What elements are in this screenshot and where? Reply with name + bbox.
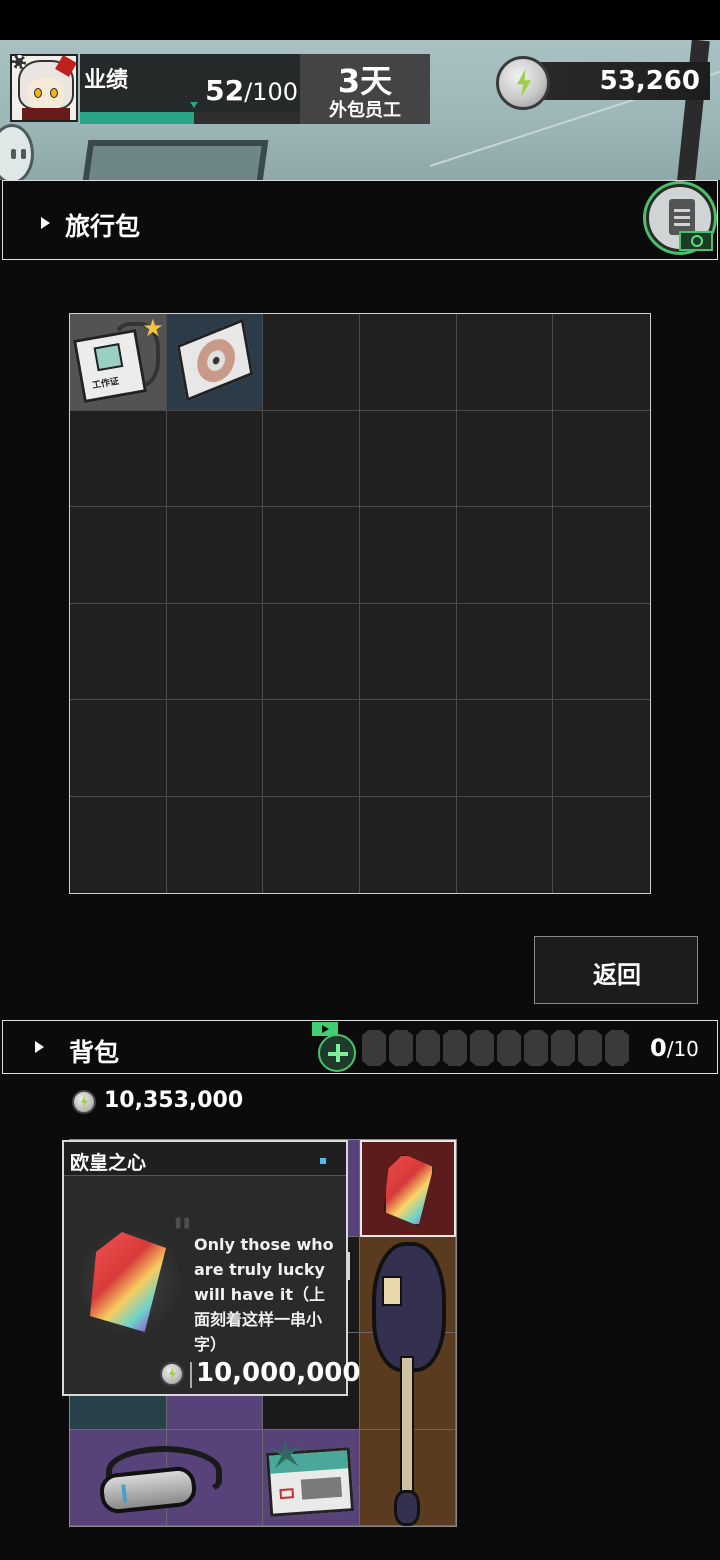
clipboard-search-button[interactable] <box>646 184 714 252</box>
star-icon: ★ <box>142 314 164 342</box>
slot-pip <box>497 1030 521 1066</box>
quote-icon: " <box>172 1211 193 1257</box>
tooltip-price: 10,000,000 <box>196 1358 361 1388</box>
inventory-slot[interactable] <box>263 507 360 604</box>
inventory-slot[interactable] <box>456 603 554 700</box>
settings-gear-icon[interactable] <box>12 55 26 69</box>
inventory-slot[interactable] <box>553 507 650 604</box>
lightning-coin-icon <box>72 1090 96 1114</box>
backpack-title: 背包 <box>69 1038 120 1067</box>
gem-icon <box>383 1154 434 1226</box>
inventory-slot[interactable] <box>553 797 650 894</box>
slot-pip <box>443 1030 467 1066</box>
lightning-coin-icon <box>160 1362 184 1386</box>
search-icon <box>679 231 713 251</box>
performance-panel: 业绩 52/100 <box>80 54 300 124</box>
inventory-slot-disc[interactable] <box>166 314 264 411</box>
scene-wire <box>429 40 720 167</box>
travel-bag-grid: 工作证 ★ <box>69 313 651 894</box>
tooltip-header: 欧皇之心 <box>64 1142 346 1176</box>
inventory-slot[interactable] <box>553 411 650 507</box>
performance-label: 业绩 <box>84 68 129 93</box>
tooltip-description: Only those who are truly lucky will have… <box>194 1235 334 1354</box>
inventory-slot-id-card[interactable]: 工作证 ★ <box>70 314 167 411</box>
item-tooltip: 欧皇之心 " Only those who are truly lucky wi… <box>62 1140 360 1396</box>
rarity-dot <box>320 1158 326 1164</box>
coin-balance-value: 53,260 <box>599 66 700 96</box>
inventory-slot[interactable] <box>70 603 167 700</box>
performance-bar-fill <box>80 112 195 124</box>
backpack-slot-gem[interactable] <box>359 1140 456 1237</box>
vr-headset-icon <box>96 1440 228 1520</box>
travel-bag-title: 旅行包 <box>65 212 141 241</box>
days-panel: 3天 外包员工 <box>300 54 430 124</box>
slot-pip <box>524 1030 548 1066</box>
collapse-triangle-icon <box>35 1041 44 1053</box>
inventory-slot[interactable] <box>553 604 650 700</box>
slot-count: 0/10 <box>650 1034 699 1062</box>
add-slot-button[interactable] <box>318 1034 356 1072</box>
inventory-slot[interactable] <box>166 410 264 507</box>
inventory-slot[interactable] <box>166 700 264 797</box>
collapse-triangle-icon <box>41 217 50 229</box>
slot-pip <box>389 1030 413 1066</box>
lightning-coin-icon <box>496 56 550 110</box>
travel-bag-header[interactable]: 旅行包 <box>2 180 718 260</box>
slot-pip <box>416 1030 440 1066</box>
tooltip-item-name: 欧皇之心 <box>70 1152 147 1174</box>
inventory-slot[interactable] <box>553 700 650 797</box>
disc-icon <box>176 318 254 402</box>
inventory-slot[interactable] <box>359 603 457 700</box>
guitar-icon <box>360 1236 456 1526</box>
back-button[interactable]: 返回 <box>534 936 698 1004</box>
inventory-slot[interactable] <box>359 507 457 604</box>
slot-pip <box>578 1030 602 1066</box>
inventory-slot[interactable] <box>263 314 360 411</box>
slot-pip <box>362 1030 386 1066</box>
inventory-slot[interactable] <box>70 700 167 797</box>
backpack-money-value: 10,353,000 <box>104 1088 244 1113</box>
inventory-slot[interactable] <box>70 507 167 604</box>
inventory-slot[interactable] <box>263 796 360 893</box>
inventory-slot[interactable] <box>70 796 167 893</box>
back-button-label: 返回 <box>593 961 641 989</box>
inventory-slot[interactable] <box>167 796 264 893</box>
scene-pole <box>676 40 710 180</box>
inventory-slot[interactable] <box>263 700 360 797</box>
inventory-slot[interactable] <box>263 410 360 507</box>
inventory-slot[interactable] <box>166 603 264 700</box>
inventory-slot[interactable] <box>456 410 554 507</box>
inventory-slot[interactable] <box>456 700 554 797</box>
clipboard-icon <box>669 199 695 235</box>
inventory-slot[interactable] <box>70 410 167 507</box>
performance-caret-icon <box>190 102 199 108</box>
inventory-slot[interactable] <box>359 314 457 411</box>
id-card-icon: 工作证 <box>72 328 148 404</box>
inventory-slot[interactable] <box>456 314 554 411</box>
inventory-slot[interactable] <box>359 700 457 797</box>
performance-value: 52/100 <box>205 74 298 107</box>
inventory-slot[interactable] <box>263 603 360 700</box>
price-divider <box>190 1362 192 1388</box>
inventory-slot[interactable] <box>360 796 457 893</box>
inventory-slot[interactable] <box>456 507 554 604</box>
inventory-slot[interactable] <box>166 507 264 604</box>
inventory-slot[interactable] <box>553 314 650 411</box>
role-label: 外包员工 <box>329 100 401 121</box>
scene-building <box>71 140 269 180</box>
ticket-icon <box>265 1447 355 1517</box>
slot-pip <box>605 1030 629 1066</box>
inventory-slot[interactable] <box>457 796 554 893</box>
system-status-bar <box>0 0 720 40</box>
slot-pip <box>551 1030 575 1066</box>
slot-pip <box>470 1030 494 1066</box>
slot-indicator <box>362 1030 634 1066</box>
inventory-slot[interactable] <box>359 410 457 507</box>
